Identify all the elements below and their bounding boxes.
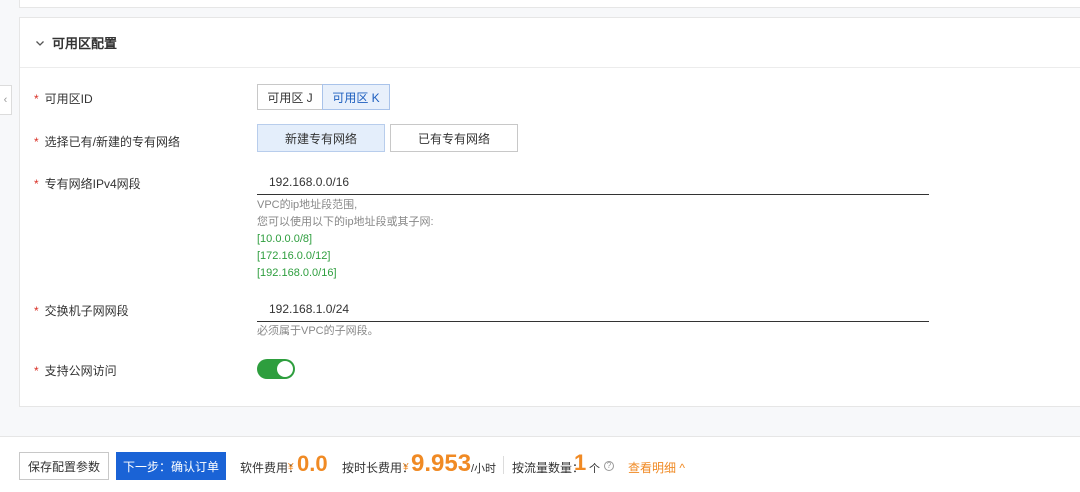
- new-vpc-button[interactable]: 新建专有网络: [257, 124, 385, 152]
- vpc-cidr-input[interactable]: [257, 169, 929, 195]
- zone-id-label: * 可用区ID: [34, 92, 93, 106]
- traffic-count-unit: 个: [589, 463, 600, 475]
- save-config-button[interactable]: 保存配置参数: [19, 452, 109, 480]
- next-confirm-order-button[interactable]: 下一步：确认订单: [116, 452, 226, 480]
- previous-section-card: [19, 0, 1080, 8]
- traffic-count-value: 1: [574, 450, 587, 475]
- required-mark: *: [34, 364, 39, 378]
- view-details-link[interactable]: 查看明细 ^: [628, 459, 685, 476]
- required-mark: *: [34, 177, 39, 191]
- section-header[interactable]: 可用区配置: [20, 18, 1080, 68]
- required-mark: *: [34, 135, 39, 149]
- order-footer-bar: 保存配置参数 下一步：确认订单 软件费用： ¥ 0.0 按时长费用： ¥ 9.9…: [0, 436, 1080, 492]
- switch-cidr-label: * 交换机子网网段: [34, 304, 129, 318]
- zone-option-k[interactable]: 可用区 K: [322, 84, 390, 110]
- required-mark: *: [34, 304, 39, 318]
- vpc-cidr-help-line2: 您可以使用以下的ip地址段或其子网:: [257, 216, 434, 228]
- hourly-fee-unit: /小时: [471, 463, 497, 475]
- divider: [503, 456, 504, 474]
- switch-cidr-help: 必须属于VPC的子网段。: [257, 325, 379, 337]
- required-mark: *: [34, 92, 39, 106]
- toggle-knob: [277, 361, 293, 377]
- vpc-cidr-help-line1: VPC的ip地址段范围,: [257, 199, 358, 211]
- hourly-fee-value: 9.953: [411, 450, 472, 477]
- zone-option-j[interactable]: 可用区 J: [257, 84, 323, 110]
- switch-cidr-input[interactable]: [257, 296, 929, 322]
- vpc-choice-label: * 选择已有/新建的专有网络: [34, 135, 181, 149]
- zone-selector: 可用区 J 可用区 K: [257, 84, 390, 110]
- public-access-label: * 支持公网访问: [34, 364, 117, 378]
- software-fee-value: 0.0: [297, 451, 328, 476]
- cidr-suggestion: [192.168.0.0/16]: [257, 267, 337, 279]
- vpc-cidr-label: * 专有网络IPv4网段: [34, 177, 141, 191]
- zone-config-card: 可用区配置: [19, 17, 1080, 407]
- currency-symbol: ¥: [288, 462, 294, 473]
- help-question-icon[interactable]: ?: [604, 461, 614, 471]
- collapse-sidebar-handle[interactable]: ‹: [0, 85, 12, 115]
- currency-symbol: ¥: [403, 462, 409, 473]
- existing-vpc-button[interactable]: 已有专有网络: [390, 124, 518, 152]
- cidr-suggestion: [172.16.0.0/12]: [257, 250, 331, 262]
- cidr-suggestion: [10.0.0.0/8]: [257, 233, 313, 245]
- chevron-left-icon: ‹: [3, 94, 8, 106]
- chevron-down-icon[interactable]: [34, 37, 46, 49]
- public-access-toggle[interactable]: [257, 359, 295, 379]
- vpc-cidr-help: VPC的ip地址段范围, 您可以使用以下的ip地址段或其子网: [10.0.0.…: [257, 197, 434, 282]
- section-title: 可用区配置: [52, 36, 118, 51]
